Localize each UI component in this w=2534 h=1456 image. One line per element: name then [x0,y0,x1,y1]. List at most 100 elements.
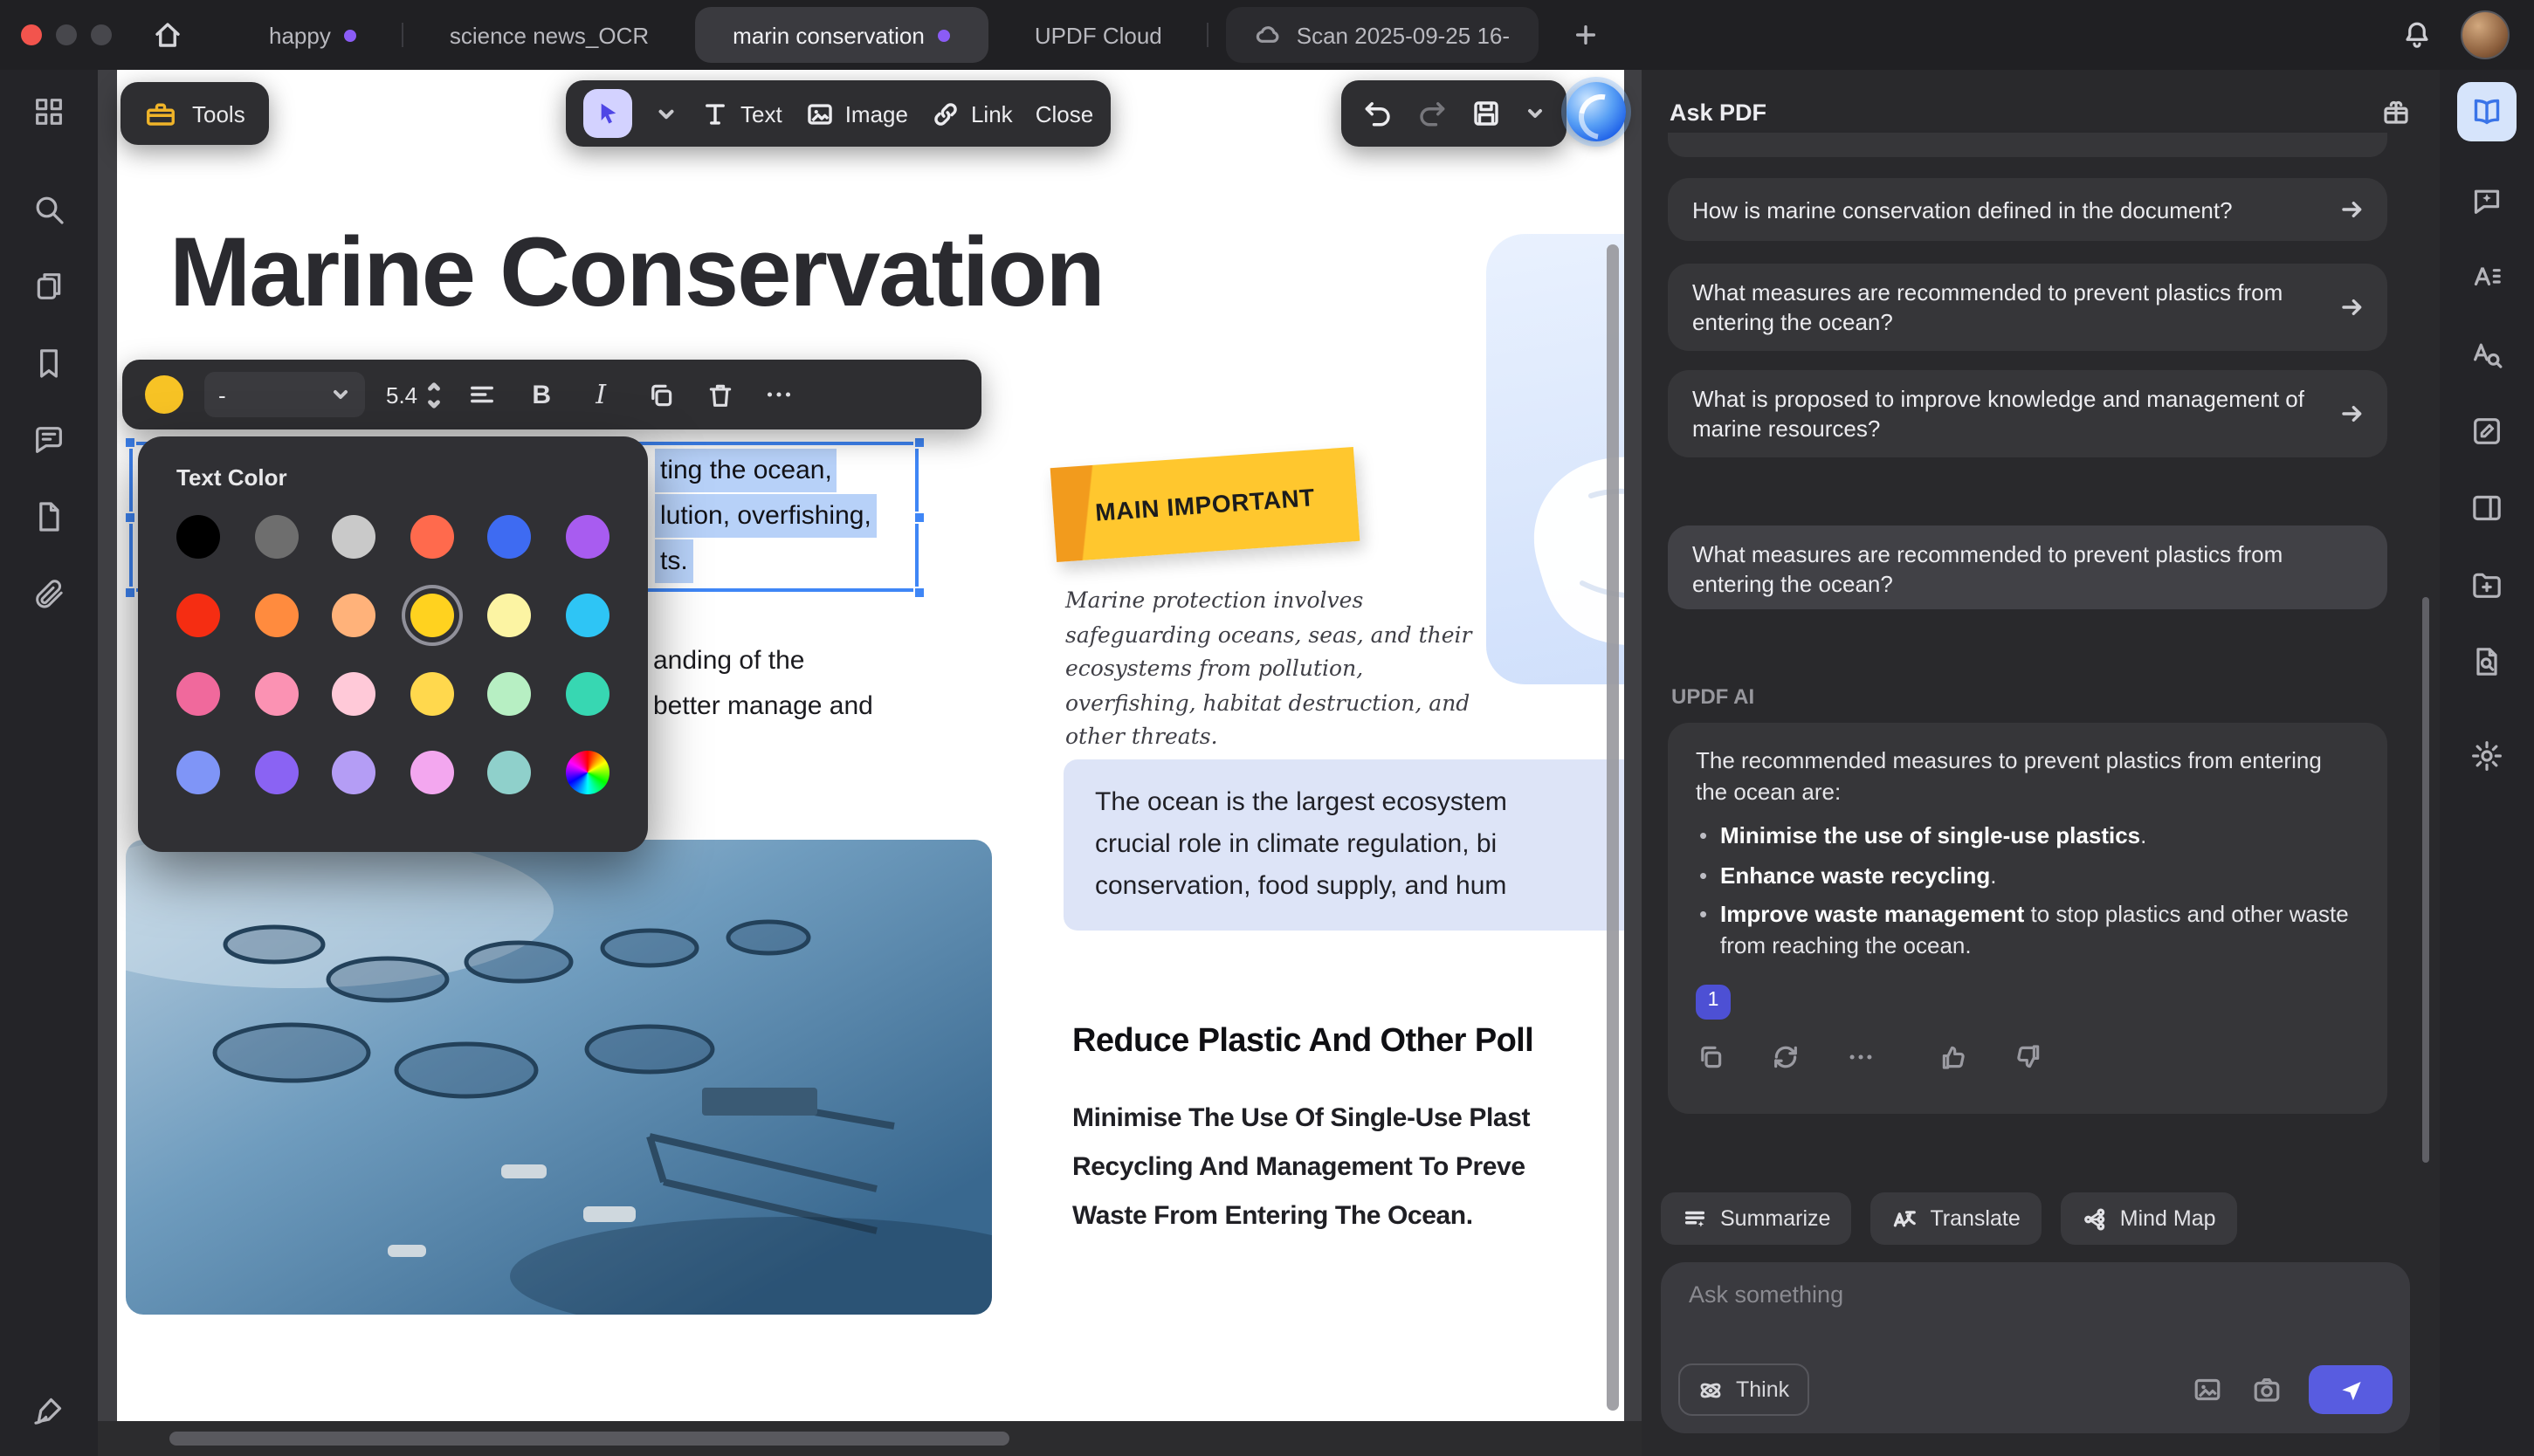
suggestion-card[interactable]: What measures are recommended to prevent… [1668,264,2387,351]
color-swatch-14[interactable] [332,672,375,716]
chat-input-box[interactable]: Think [1661,1262,2410,1433]
reader-mode-button[interactable] [2457,82,2517,141]
color-swatch-9[interactable] [410,594,454,637]
vertical-scrollbar[interactable] [1607,244,1619,1411]
color-swatch-22[interactable] [488,751,532,794]
settings-button[interactable] [2469,738,2504,773]
current-text-color-swatch[interactable] [145,375,183,414]
document-search-button[interactable] [2469,644,2504,679]
tab-science-news-ocr[interactable]: science news_OCR [404,0,694,70]
color-swatch-16[interactable] [488,672,532,716]
citation-badge[interactable]: 1 [1696,985,1731,1020]
suggestion-card[interactable]: How is marine conservation defined in th… [1668,178,2387,241]
panel-scrollbar[interactable] [2422,597,2429,1163]
color-swatch-19[interactable] [254,751,298,794]
arrow-right-icon[interactable] [2338,196,2366,223]
chevron-down-icon[interactable] [1525,103,1546,124]
text-tool-button[interactable]: Text [700,99,782,128]
tools-button[interactable]: Tools [121,82,270,145]
selection-handle[interactable] [913,436,926,449]
color-swatch-13[interactable] [254,672,298,716]
stepper-down-icon[interactable] [426,395,442,411]
tab-scan[interactable]: Scan 2025-09-25 16- [1227,7,1538,63]
color-swatch-4[interactable] [488,515,532,559]
color-swatch-8[interactable] [332,594,375,637]
more-options-button[interactable] [760,375,798,414]
color-swatch-21[interactable] [410,751,454,794]
selection-handle[interactable] [124,512,136,524]
selection-handle[interactable] [124,587,136,599]
thumbs-up-icon[interactable] [1938,1042,1968,1072]
suggestion-card[interactable]: What is proposed to improve knowledge an… [1668,370,2387,457]
font-size-stepper[interactable]: 5.4 [386,378,442,411]
thumbnails-panel-button[interactable] [31,94,66,129]
color-swatch-15[interactable] [410,672,454,716]
close-window-button[interactable] [21,24,42,45]
color-swatch-10[interactable] [488,594,532,637]
chevron-down-icon[interactable] [655,102,678,125]
redo-icon[interactable] [1416,98,1448,129]
color-swatch-20[interactable] [332,751,375,794]
link-tool-button[interactable]: Link [931,99,1013,128]
color-swatch-18[interactable] [176,751,220,794]
tab-happy[interactable]: happy [224,0,403,70]
bookmarks-panel-button[interactable] [31,346,66,381]
home-button[interactable] [143,10,192,59]
form-editor-button[interactable] [2469,414,2504,449]
color-swatch-5[interactable] [566,515,609,559]
ai-chat-button[interactable] [2469,183,2504,218]
tab-updf-cloud[interactable]: UPDF Cloud [989,0,1208,70]
sticky-note[interactable]: MAIN IMPORTANT [1050,447,1360,562]
color-swatch-23[interactable] [566,751,609,794]
mind-map-chip[interactable]: Mind Map [2061,1192,2237,1245]
arrow-right-icon[interactable] [2338,293,2366,321]
arrow-right-icon[interactable] [2338,400,2366,428]
recognize-text-button[interactable] [2469,260,2504,295]
search-panel-button[interactable] [31,192,66,227]
think-mode-button[interactable]: Think [1678,1363,1808,1416]
horizontal-scrollbar[interactable] [169,1432,1009,1446]
attachments-panel-button[interactable] [31,576,66,611]
page-layout-button[interactable] [2469,491,2504,525]
tab-marin-conservation[interactable]: marin conservation [694,7,989,63]
italic-button[interactable]: I [582,375,620,414]
color-swatch-7[interactable] [254,594,298,637]
add-to-folder-button[interactable] [2469,567,2504,602]
thumbs-down-icon[interactable] [2014,1042,2043,1072]
screenshot-button[interactable] [2246,1369,2288,1411]
close-edit-button[interactable]: Close [1036,100,1094,127]
align-button[interactable] [463,375,501,414]
color-swatch-3[interactable] [410,515,454,559]
color-swatch-11[interactable] [566,594,609,637]
selected-text-line[interactable]: ts. [655,539,693,583]
color-swatch-6[interactable] [176,594,220,637]
stepper-up-icon[interactable] [426,378,442,394]
selected-text-line[interactable]: lution, overfishing, [655,494,877,538]
color-swatch-0[interactable] [176,515,220,559]
color-swatch-1[interactable] [254,515,298,559]
ai-assistant-button[interactable] [1567,82,1626,141]
more-icon[interactable] [1846,1042,1876,1072]
regenerate-icon[interactable] [1771,1042,1801,1072]
selected-text-line[interactable]: ting the ocean, [655,449,837,492]
selection-handle[interactable] [124,436,136,449]
add-image-button[interactable] [2186,1369,2228,1411]
selection-handle[interactable] [913,587,926,599]
file-panel-button[interactable] [31,499,66,534]
color-swatch-12[interactable] [176,672,220,716]
ask-input[interactable] [1685,1280,2356,1309]
color-swatch-2[interactable] [332,515,375,559]
send-button[interactable] [2309,1365,2393,1414]
translate-chip[interactable]: Translate [1870,1192,2041,1245]
pdf-page[interactable]: Marine Conservation ting the ocean, luti… [117,70,1624,1421]
selection-handle[interactable] [913,512,926,524]
save-icon[interactable] [1470,98,1502,129]
select-tool-button[interactable] [583,89,632,138]
delete-button[interactable] [700,375,739,414]
rewards-button[interactable] [2380,96,2412,127]
summarize-chip[interactable]: Summarize [1661,1192,1851,1245]
character-search-button[interactable] [2469,337,2504,372]
user-avatar[interactable] [2461,10,2510,59]
font-family-select[interactable]: - [204,372,365,417]
signature-tool-button[interactable] [31,1393,66,1428]
